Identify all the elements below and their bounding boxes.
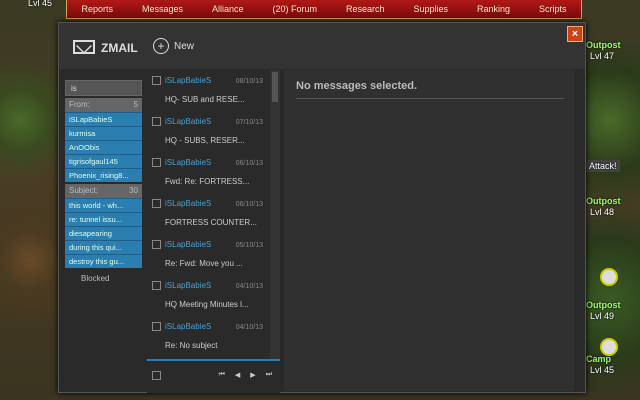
blocked-filter[interactable]: Blocked <box>65 274 142 283</box>
subject-filter-item[interactable]: during this qui... <box>65 240 142 254</box>
message-sender: iSLapBabieS <box>165 322 212 331</box>
pagination: ⏮ ◀ ▶ ⏭ <box>219 371 272 379</box>
map-level-label: Lvl 45 <box>590 365 615 375</box>
nav-alliance[interactable]: Alliance <box>212 4 244 14</box>
message-row[interactable]: iSLapBabieS 04/10/13 Re: No subject <box>147 316 271 357</box>
message-subject: HQ - SUBS, RESER... <box>165 136 245 145</box>
nav-scripts[interactable]: Scripts <box>539 4 567 14</box>
select-all-checkbox[interactable] <box>152 371 161 380</box>
map-attack-label[interactable]: Attack! <box>586 160 620 172</box>
scrollbar-thumb[interactable] <box>272 72 278 102</box>
nav-reports[interactable]: Reports <box>81 4 113 14</box>
message-subject: Re: Fwd: Move you ... <box>165 259 243 268</box>
message-row[interactable]: iSLapBabieS 06/10/13 FORTRESS COUNTER... <box>147 193 271 234</box>
skull-icon[interactable] <box>600 268 618 286</box>
message-checkbox[interactable] <box>152 281 161 290</box>
subject-filter-header[interactable]: Subject: 30 <box>65 184 142 198</box>
message-sender: iSLapBabieS <box>165 117 212 126</box>
first-page-icon[interactable]: ⏮ <box>219 371 225 379</box>
message-date: 04/10/13 <box>235 324 263 331</box>
new-label: New <box>174 40 195 52</box>
message-date: 04/10/13 <box>235 283 263 290</box>
prev-page-icon[interactable]: ◀ <box>235 371 240 379</box>
map-outpost-label[interactable]: Outpost <box>586 196 621 206</box>
map-level-label: Lvl 47 <box>590 51 615 61</box>
message-sender: iSLapBabieS <box>165 281 212 290</box>
from-label: From: <box>69 100 90 109</box>
window-title: ZMAIL <box>101 41 138 55</box>
message-list: iSLapBabieS 08/10/13 HQ- SUB and RESE...… <box>147 70 271 359</box>
filter-panel: is From: 5 iSLapBabieS kurmisa AnOObis t… <box>65 80 142 380</box>
message-row[interactable]: iSLapBabieS 05/10/13 Re: Fwd: Move you .… <box>147 234 271 275</box>
nav-ranking[interactable]: Ranking <box>477 4 510 14</box>
last-page-icon[interactable]: ⏭ <box>266 371 272 379</box>
message-checkbox[interactable] <box>152 117 161 126</box>
subject-count: 30 <box>129 186 138 195</box>
message-row[interactable]: iSLapBabieS 08/10/13 HQ- SUB and RESE... <box>147 70 271 111</box>
new-message-button[interactable]: + New <box>153 37 194 55</box>
next-page-icon[interactable]: ▶ <box>250 371 255 379</box>
close-button[interactable]: × <box>567 26 583 42</box>
from-filter-header[interactable]: From: 5 <box>65 98 142 112</box>
message-checkbox[interactable] <box>152 158 161 167</box>
from-count: 5 <box>133 100 138 109</box>
subject-label: Subject: <box>69 186 98 195</box>
map-outpost-label[interactable]: Outpost <box>586 40 621 50</box>
message-subject: HQ- SUB and RESE... <box>165 95 245 104</box>
subject-filter-item[interactable]: this world - wh... <box>65 198 142 212</box>
map-level-label: Lvl 49 <box>590 311 615 321</box>
message-date: 06/10/13 <box>235 201 263 208</box>
map-level-label: Lvl 48 <box>590 207 615 217</box>
subject-filter-item[interactable]: destroy this gu... <box>65 254 142 268</box>
subject-filter-item[interactable]: re: tunnel issu... <box>65 212 142 226</box>
message-list-scrollbar[interactable] <box>270 70 280 359</box>
zmail-header: ZMAIL + New <box>59 23 585 69</box>
message-sender: iSLapBabieS <box>165 158 212 167</box>
message-row[interactable]: iSLapBabieS 06/10/13 Fwd: Re: FORTRESS..… <box>147 152 271 193</box>
nav-messages[interactable]: Messages <box>142 4 183 14</box>
search-input[interactable]: is <box>65 80 142 96</box>
no-message-text: No messages selected. <box>296 80 418 92</box>
message-row[interactable]: iSLapBabieS 07/10/13 HQ - SUBS, RESER... <box>147 111 271 152</box>
skull-icon[interactable] <box>600 338 618 356</box>
message-subject: Re: No subject <box>165 341 218 350</box>
from-filter-item[interactable]: iSLapBabieS <box>65 112 142 126</box>
nav-forum[interactable]: (20) Forum <box>272 4 317 14</box>
plus-icon: + <box>153 38 169 54</box>
from-filter-item[interactable]: kurmisa <box>65 126 142 140</box>
message-checkbox[interactable] <box>152 76 161 85</box>
message-checkbox[interactable] <box>152 240 161 249</box>
nav-supplies[interactable]: Supplies <box>413 4 448 14</box>
message-sender: iSLapBabieS <box>165 76 212 85</box>
zmail-window: ZMAIL + New is From: 5 iSLapBabieS kurmi… <box>58 22 586 393</box>
map-level-label: Lvl 45 <box>28 0 53 8</box>
reading-pane: No messages selected. <box>284 70 574 391</box>
message-subject: HQ Meeting Minutes l... <box>165 300 249 309</box>
from-filter-item[interactable]: AnOObis <box>65 140 142 154</box>
divider <box>296 98 564 99</box>
message-subject: FORTRESS COUNTER... <box>165 218 257 227</box>
message-sender: iSLapBabieS <box>165 240 212 249</box>
message-sender: iSLapBabieS <box>165 199 212 208</box>
message-date: 07/10/13 <box>235 119 263 126</box>
top-navigation-bar: Reports Messages Alliance (20) Forum Res… <box>66 0 582 19</box>
envelope-icon <box>73 40 95 54</box>
message-subject: Fwd: Re: FORTRESS... <box>165 177 250 186</box>
message-date: 08/10/13 <box>235 78 263 85</box>
message-checkbox[interactable] <box>152 322 161 331</box>
nav-research[interactable]: Research <box>346 4 385 14</box>
message-date: 06/10/13 <box>235 160 263 167</box>
message-row[interactable]: iSLapBabieS 04/10/13 HQ Meeting Minutes … <box>147 275 271 316</box>
subject-filter-item[interactable]: diesapearing <box>65 226 142 240</box>
map-outpost-label[interactable]: Outpost <box>586 300 621 310</box>
message-list-footer: ⏮ ◀ ▶ ⏭ <box>147 359 280 393</box>
message-checkbox[interactable] <box>152 199 161 208</box>
from-filter-item[interactable]: tigrisofgaul145 <box>65 154 142 168</box>
from-filter-item[interactable]: Phoenix_rising8... <box>65 168 142 182</box>
message-date: 05/10/13 <box>235 242 263 249</box>
